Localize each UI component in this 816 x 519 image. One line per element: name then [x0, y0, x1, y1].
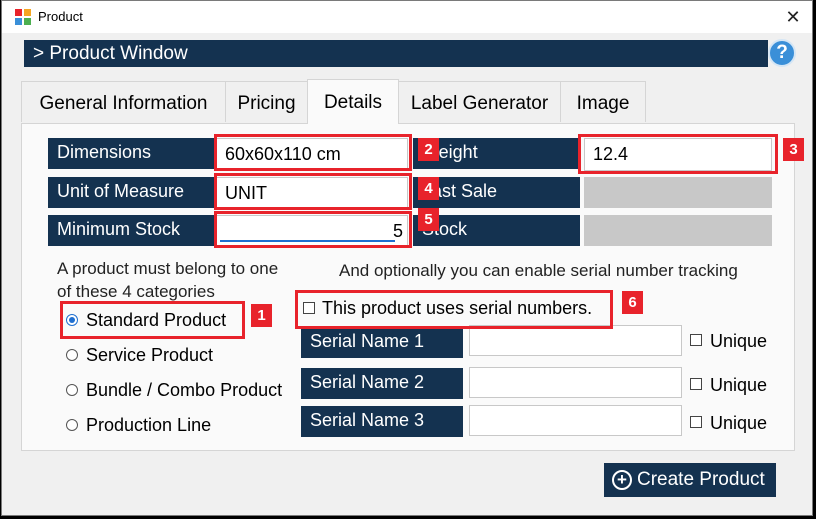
unique-3-checkbox[interactable]: [690, 416, 702, 428]
serial-name-1-label: Serial Name 1: [301, 327, 463, 358]
unit-of-measure-input[interactable]: UNIT: [216, 177, 408, 208]
unique-1-label[interactable]: Unique: [710, 331, 767, 352]
annotation-badge-5: 5: [418, 208, 439, 231]
dimensions-label: Dimensions: [48, 138, 216, 169]
serial-name-1-input[interactable]: [469, 325, 682, 356]
minimum-stock-label: Minimum Stock: [48, 215, 216, 246]
annotation-badge-4: 4: [418, 177, 439, 200]
radio-label-standard-product[interactable]: Standard Product: [86, 310, 226, 331]
annotation-badge-2: 2: [418, 138, 439, 161]
page-title: > Product Window: [24, 40, 768, 67]
radio-label-bundle-combo-product[interactable]: Bundle / Combo Product: [86, 380, 282, 401]
serial-name-2-label: Serial Name 2: [301, 368, 463, 399]
tab-details[interactable]: Details: [307, 79, 399, 124]
title-bar: Product ✕: [2, 1, 812, 33]
unique-2-checkbox[interactable]: [690, 378, 702, 390]
plus-circle-icon: +: [612, 470, 632, 490]
serial-numbers-checkbox-label[interactable]: This product uses serial numbers.: [322, 298, 592, 319]
help-icon[interactable]: ?: [768, 39, 796, 67]
annotation-badge-1: 1: [251, 304, 272, 327]
tab-pricing[interactable]: Pricing: [225, 81, 308, 122]
create-product-button[interactable]: + Create Product: [604, 463, 776, 497]
dimensions-input[interactable]: 60x60x110 cm: [216, 138, 408, 169]
focus-underline: [220, 240, 395, 242]
radio-label-production-line[interactable]: Production Line: [86, 415, 211, 436]
weight-input[interactable]: 12.4: [584, 138, 772, 171]
unique-3-label[interactable]: Unique: [710, 413, 767, 434]
stock-field: [584, 215, 772, 246]
tab-image[interactable]: Image: [560, 81, 646, 122]
annotation-badge-3: 3: [783, 138, 804, 161]
serial-name-3-label: Serial Name 3: [301, 406, 463, 437]
tab-label-generator[interactable]: Label Generator: [398, 81, 561, 122]
serial-name-3-input[interactable]: [469, 405, 682, 436]
radio-label-service-product[interactable]: Service Product: [86, 345, 213, 366]
tab-general-information[interactable]: General Information: [21, 81, 226, 122]
radio-production-line[interactable]: [66, 419, 78, 431]
unique-1-checkbox[interactable]: [690, 334, 702, 346]
create-product-label: Create Product: [637, 469, 765, 490]
unit-of-measure-label: Unit of Measure: [48, 177, 216, 208]
serial-name-2-input[interactable]: [469, 367, 682, 398]
serial-numbers-checkbox[interactable]: [303, 302, 315, 314]
app-logo-icon: [15, 9, 31, 25]
close-button[interactable]: ✕: [780, 5, 806, 29]
window-title: Product: [38, 9, 83, 24]
radio-standard-product[interactable]: [66, 314, 78, 326]
serial-hint: And optionally you can enable serial num…: [339, 261, 738, 280]
annotation-badge-6: 6: [622, 291, 643, 314]
radio-service-product[interactable]: [66, 349, 78, 361]
unique-2-label[interactable]: Unique: [710, 375, 767, 396]
product-window: Product ✕ > Product Window ? General Inf…: [1, 0, 813, 516]
category-hint: A product must belong to one of these 4 …: [57, 259, 279, 301]
last-sale-field: [584, 177, 772, 208]
radio-bundle-combo-product[interactable]: [66, 384, 78, 396]
